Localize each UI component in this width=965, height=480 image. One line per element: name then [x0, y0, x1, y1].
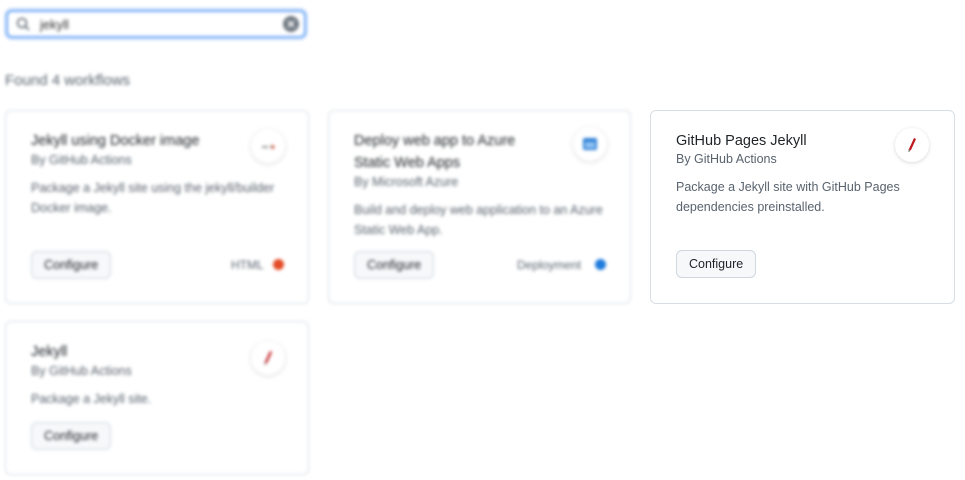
workflow-description: Package a Jekyll site. [31, 392, 152, 406]
workflow-card-azure-static-web-apps: Deploy web app to Azure Static Web Apps … [328, 110, 631, 304]
category-color-dot [595, 259, 606, 270]
search-icon [16, 17, 30, 31]
search-input[interactable]: jekyll [6, 10, 306, 38]
configure-button[interactable]: Configure [31, 422, 112, 450]
clear-search-icon[interactable] [283, 16, 299, 32]
workflow-title: GitHub Pages Jekyll [676, 133, 807, 149]
configure-button[interactable]: Configure [31, 251, 112, 279]
configure-button[interactable]: Configure [354, 251, 435, 279]
category-label: HTML [231, 258, 264, 272]
workflow-title: Jekyll using Docker image [31, 133, 200, 149]
workflow-description: Build and deploy web application to an A… [354, 203, 603, 237]
workflow-description: Package a Jekyll site using the jekyll/b… [31, 181, 275, 215]
workflow-author: By GitHub Actions [31, 153, 132, 167]
search-query: jekyll [40, 17, 69, 32]
workflow-author: By Microsoft Azure [354, 175, 459, 189]
category-color-dot [273, 259, 284, 270]
workflow-card-jekyll-docker: Jekyll using Docker image By GitHub Acti… [5, 110, 309, 304]
workflow-card-jekyll: Jekyll By GitHub Actions Package a Jekyl… [5, 321, 309, 475]
workflow-title: Deploy web app to Azure Static Web Apps [354, 133, 516, 171]
results-count: Found 4 workflows [5, 72, 131, 89]
workflow-description: Package a Jekyll site with GitHub Pages … [676, 180, 900, 214]
jekyll-icon [895, 128, 929, 162]
workflow-author: By GitHub Actions [31, 364, 132, 378]
workflow-author: By GitHub Actions [676, 152, 777, 166]
docker-icon [251, 129, 285, 163]
jekyll-icon [251, 341, 285, 375]
workflow-card-github-pages-jekyll: GitHub Pages Jekyll By GitHub Actions Pa… [650, 110, 955, 304]
category-label: Deployment [517, 258, 582, 272]
workflow-title: Jekyll [31, 344, 68, 360]
configure-button[interactable]: Configure [676, 250, 757, 278]
azure-icon [573, 127, 607, 161]
